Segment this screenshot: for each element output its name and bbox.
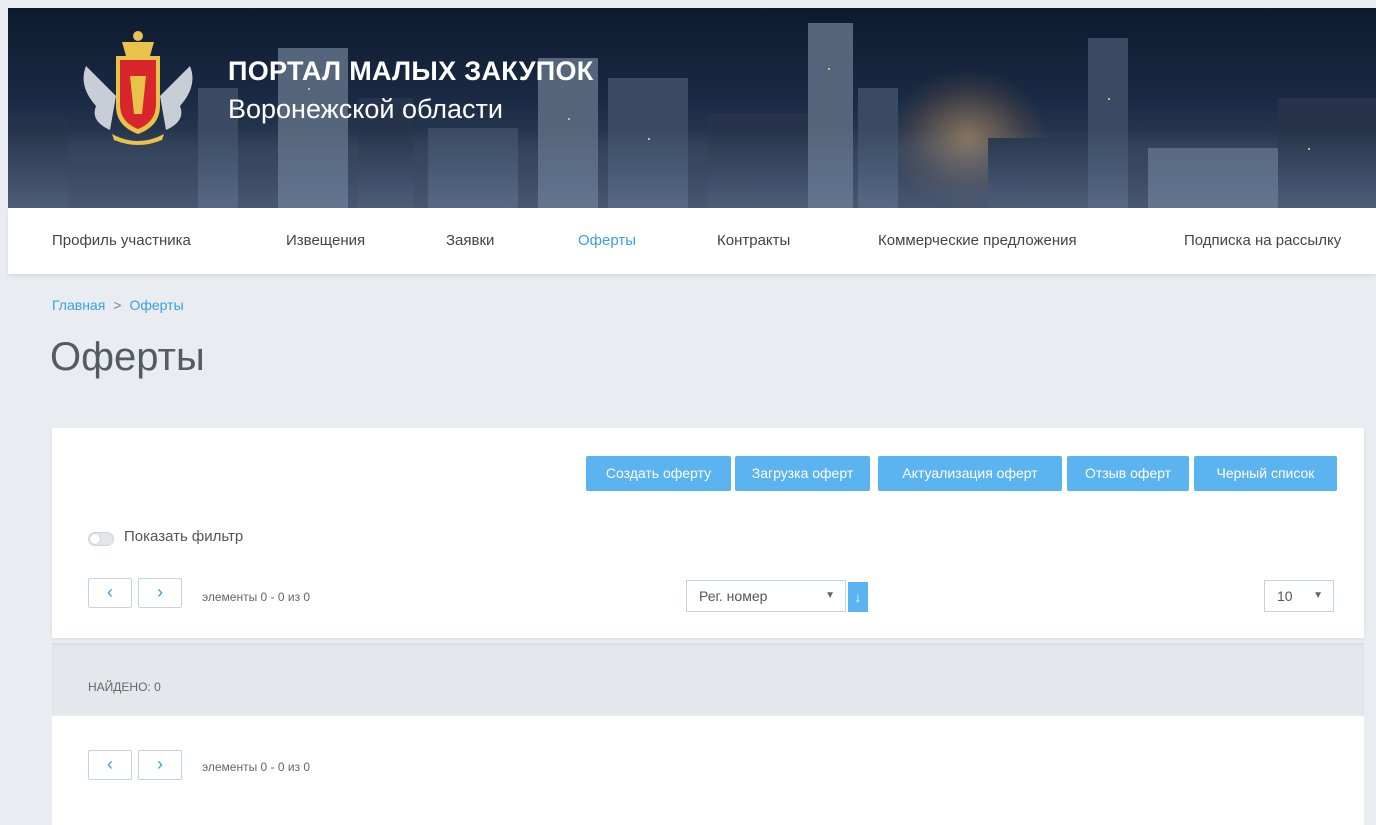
nav-item-offers[interactable]: Оферты xyxy=(578,232,636,249)
pager-range-text: элементы 0 - 0 из 0 xyxy=(202,760,311,774)
portal-title: ПОРТАЛ МАЛЫХ ЗАКУПОК xyxy=(228,56,594,86)
actualize-offers-button[interactable]: Актуализация оферт xyxy=(878,456,1062,491)
sort-field-select[interactable]: Рег. номер ▼ xyxy=(686,580,846,612)
upload-offers-button[interactable]: Загрузка оферт xyxy=(735,456,870,491)
caret-down-icon: ▼ xyxy=(825,590,835,601)
create-offer-button[interactable]: Создать оферту xyxy=(586,456,731,491)
chevron-right-icon: › xyxy=(157,582,163,602)
toggle-knob xyxy=(90,534,100,544)
results-count-bar: НАЙДЕНО: 0 xyxy=(52,643,1364,715)
lit-window xyxy=(308,88,310,90)
chevron-left-icon: ‹ xyxy=(107,754,113,774)
caret-down-icon: ▼ xyxy=(1313,590,1323,601)
nav-item-contracts[interactable]: Контракты xyxy=(717,232,790,249)
pager-prev-button[interactable]: ‹ xyxy=(88,750,132,780)
bottom-pager-panel: ‹ › элементы 0 - 0 из 0 xyxy=(52,716,1364,825)
nav-item-commercial-proposals[interactable]: Коммерческие предложения xyxy=(878,232,1077,249)
blacklist-button[interactable]: Черный список xyxy=(1194,456,1337,491)
lit-window xyxy=(1308,148,1310,150)
results-count: НАЙДЕНО: 0 xyxy=(88,680,161,694)
recall-offers-button[interactable]: Отзыв оферт xyxy=(1067,456,1189,491)
nav-item-applications[interactable]: Заявки xyxy=(446,232,494,249)
sort-direction-button[interactable]: ↓ xyxy=(848,582,868,612)
chevron-right-icon: › xyxy=(157,754,163,774)
breadcrumb-current[interactable]: Оферты xyxy=(129,297,183,313)
main-nav: Профиль участника Извещения Заявки Оферт… xyxy=(8,208,1376,274)
page-size-select[interactable]: 10 ▼ xyxy=(1264,580,1334,612)
coat-of-arms-logo[interactable] xyxy=(76,26,200,148)
breadcrumb: Главная > Оферты xyxy=(52,297,184,313)
pager-range-text: элементы 0 - 0 из 0 xyxy=(202,590,311,604)
page-size-value: 10 xyxy=(1277,588,1293,604)
lit-window xyxy=(648,138,650,140)
header-banner: ПОРТАЛ МАЛЫХ ЗАКУПОК Воронежской области xyxy=(8,8,1376,208)
filter-toggle-label: Показать фильтр xyxy=(124,528,244,545)
nav-item-participant-profile[interactable]: Профиль участника xyxy=(52,232,191,249)
lit-window xyxy=(568,118,570,120)
breadcrumb-home-link[interactable]: Главная xyxy=(52,297,105,313)
street-haze xyxy=(8,128,1376,208)
portal-subtitle: Воронежской области xyxy=(228,94,503,124)
nav-item-subscription[interactable]: Подписка на рассылку xyxy=(1184,232,1341,249)
pager-next-button[interactable]: › xyxy=(138,578,182,608)
pager-next-button[interactable]: › xyxy=(138,750,182,780)
lit-window xyxy=(1108,98,1110,100)
lit-window xyxy=(828,68,830,70)
breadcrumb-separator: > xyxy=(113,297,122,313)
sort-field-value: Рег. номер xyxy=(699,588,768,604)
nav-item-notices[interactable]: Извещения xyxy=(286,232,365,249)
filter-toggle[interactable] xyxy=(88,532,114,546)
arrow-down-icon: ↓ xyxy=(854,589,862,605)
pager-prev-button[interactable]: ‹ xyxy=(88,578,132,608)
page-title: Оферты xyxy=(50,335,205,379)
offers-toolbar-panel: Создать оферту Загрузка оферт Актуализац… xyxy=(52,428,1364,638)
chevron-left-icon: ‹ xyxy=(107,582,113,602)
